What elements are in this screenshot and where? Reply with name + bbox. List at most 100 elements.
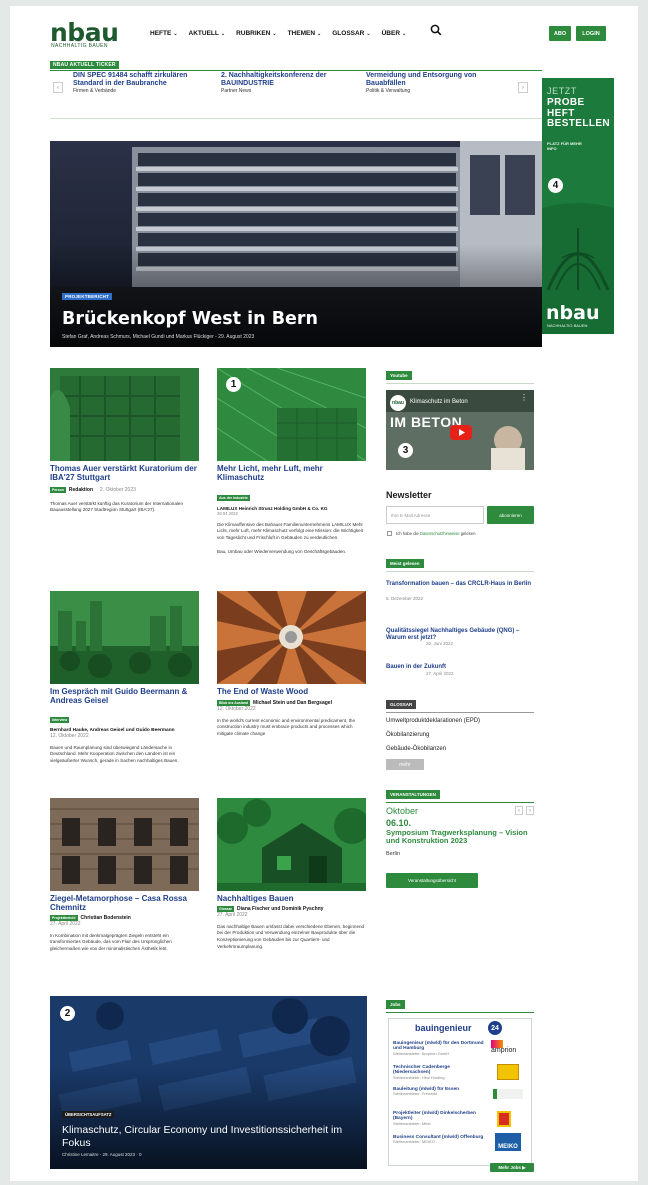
- category-tag[interactable]: Blick ins Ausland: [217, 699, 251, 706]
- nav-item-ueber[interactable]: ÜBER ⌄: [382, 30, 407, 37]
- hero-article[interactable]: PROJEKTBERICHT Brückenkopf West in Bern …: [50, 141, 542, 347]
- job-item[interactable]: Bauingenieur (m/w/d) für den Dortmund un…: [393, 1041, 485, 1056]
- hero-meta: Stefan Graf, Andreas Schmurs, Michael Gu…: [62, 334, 255, 340]
- ticker-label: NBAU AKTUELL TICKER: [50, 61, 119, 69]
- youtube-section-tab: Youtube: [386, 371, 412, 380]
- card-excerpt-extra: Bau, Umbau oder Wiederverwendung von Ges…: [217, 548, 347, 554]
- chevron-down-icon: ⌄: [272, 31, 277, 37]
- popular-section-tab: Meist gelesen: [386, 559, 424, 568]
- glossar-item[interactable]: Ökobilanzierung: [386, 732, 429, 738]
- article-card[interactable]: The End of Waste Wood Blick ins Ausland …: [217, 687, 366, 738]
- job-item[interactable]: Projektleiter (m/w/d) Dinkelscherben (Ba…: [393, 1111, 485, 1126]
- nav-item-rubriken[interactable]: RUBRIKEN ⌄: [236, 30, 277, 37]
- cityscape-image: [50, 591, 199, 684]
- company-logo: [497, 1111, 511, 1127]
- event-date: 06.10.: [386, 818, 412, 828]
- youtube-play-icon[interactable]: [450, 425, 472, 440]
- section-divider: [386, 712, 534, 713]
- video-title[interactable]: Klimaschutz im Beton: [410, 399, 468, 405]
- site-logo[interactable]: nbau: [50, 20, 119, 45]
- job-item[interactable]: Business Consultant (m/w/d) Offenburg St…: [393, 1135, 485, 1145]
- ticker-item[interactable]: 2. Nachhaltigkeitskonferenz der BAUINDUS…: [221, 72, 361, 94]
- featured-title[interactable]: Klimaschutz, Circular Economy und Invest…: [62, 1124, 360, 1149]
- card-image[interactable]: [217, 591, 366, 684]
- newsletter-email-field[interactable]: Ihre E-Mail Adresse: [386, 506, 484, 524]
- nav-item-hefte[interactable]: HEFTE ⌄: [150, 30, 178, 37]
- site-logo-tagline: NACHHALTIG BAUEN: [51, 43, 108, 49]
- event-title[interactable]: Symposium Tragwerksplanung – Vision und …: [386, 828, 534, 846]
- nav-item-aktuell[interactable]: AKTUELL ⌄: [189, 30, 226, 37]
- popular-item[interactable]: Transformation bauen – das CRCLR-Haus in…: [386, 581, 534, 601]
- category-tag[interactable]: Projektbericht: [50, 914, 78, 921]
- category-tag[interactable]: Interview: [50, 716, 70, 723]
- glossar-section-tab: GLOSSAR: [386, 700, 417, 709]
- probeheft-ad[interactable]: JETZT PROBE HEFT BESTELLEN PLATZ FÜR MEH…: [542, 78, 614, 334]
- brick-building-image: [50, 798, 199, 891]
- login-button[interactable]: LOGIN: [576, 26, 606, 41]
- abo-button[interactable]: ABO: [549, 26, 571, 41]
- company-logo: [497, 1064, 519, 1080]
- card-image[interactable]: [50, 798, 199, 891]
- category-tag[interactable]: Aus der Industrie: [217, 494, 250, 501]
- privacy-consent-text: Ich habe die Datenschutzhinweise gelesen…: [396, 531, 477, 536]
- privacy-checkbox[interactable]: [387, 531, 392, 536]
- channel-avatar[interactable]: nbau: [390, 395, 406, 411]
- popular-item[interactable]: Bauen in der Zukunft 27. April 2022: [386, 664, 534, 676]
- job-item[interactable]: Technischer Cadenberge (Niedersachsen) S…: [393, 1065, 485, 1080]
- subscribe-button[interactable]: abonnieren: [487, 506, 534, 524]
- nav-item-glossar[interactable]: GLOSSAR ⌄: [332, 30, 370, 37]
- card-image[interactable]: [50, 368, 199, 461]
- job-item[interactable]: Bauleitung (m/w/d) für Essen Stellenanbi…: [393, 1087, 485, 1097]
- youtube-video-embed[interactable]: nbau Klimaschutz im Beton IM BETON 3 ⋮: [386, 390, 534, 470]
- category-tag[interactable]: Glossar: [217, 905, 235, 912]
- ticker-top-line: [50, 70, 542, 71]
- article-card[interactable]: Im Gespräch mit Guido Beermann & Andreas…: [50, 687, 199, 765]
- glossar-more-button[interactable]: mehr: [386, 759, 424, 770]
- article-card[interactable]: Thomas Auer verstärkt Kuratorium der IBA…: [50, 464, 199, 514]
- ticker-next-button[interactable]: ›: [518, 82, 528, 93]
- marker-2: 2: [60, 1006, 75, 1021]
- event-prev-button[interactable]: ‹: [515, 806, 523, 815]
- chevron-down-icon: ⌄: [220, 31, 226, 37]
- popular-item[interactable]: Qualitätssiegel Nachhaltiges Gebäude (QN…: [386, 628, 534, 646]
- ticker-item[interactable]: DIN SPEC 91484 schafft zirkulären Standa…: [73, 72, 213, 94]
- card-image[interactable]: 1: [217, 368, 366, 461]
- events-overview-button[interactable]: Veranstaltungsübersicht: [386, 873, 478, 888]
- featured-category-badge[interactable]: ÜBERSICHTSAUFSATZ: [62, 1111, 115, 1118]
- jobs-widget: bauingenieur 24 Bauingenieur (m/w/d) für…: [388, 1018, 532, 1166]
- nav-item-themen[interactable]: THEMEN ⌄: [288, 30, 322, 37]
- card-image[interactable]: [50, 591, 199, 684]
- glossar-item[interactable]: Gebäude-Ökobilanzen: [386, 746, 446, 752]
- more-jobs-button[interactable]: Mehr Jobs ▶: [490, 1163, 534, 1172]
- more-options-icon[interactable]: ⋮: [520, 394, 528, 406]
- featured-meta: Christine Lemaitre - 29. August 2023 · 0: [62, 1152, 142, 1157]
- event-next-button[interactable]: ›: [526, 806, 534, 815]
- job-board-logo[interactable]: bauingenieur: [415, 1023, 472, 1033]
- job-board-logo-number: 24: [488, 1021, 502, 1035]
- hero-title[interactable]: Brückenkopf West in Bern: [62, 309, 318, 329]
- article-card[interactable]: Mehr Licht, mehr Luft, mehr Klimaschutz …: [217, 464, 366, 555]
- glossar-item[interactable]: Umweltproduktdeklarationen (EPD): [386, 718, 480, 724]
- ticker-prev-button[interactable]: ‹: [53, 82, 63, 93]
- marker-1: 1: [226, 377, 241, 392]
- section-divider: [386, 802, 534, 803]
- amprion-logo-mark: [491, 1040, 503, 1048]
- section-divider: [386, 571, 534, 572]
- ad-info: PLATZ FÜR MEHR INFO: [547, 141, 582, 151]
- privacy-link[interactable]: Datenschutzhinweise: [420, 531, 460, 536]
- search-icon[interactable]: [430, 24, 442, 36]
- ad-jetzt: JETZT: [547, 86, 577, 96]
- card-image[interactable]: [217, 798, 366, 891]
- ad-logo: nbau: [546, 302, 600, 324]
- article-card[interactable]: Nachhaltiges Bauen Glossar Diana Fischer…: [217, 894, 366, 950]
- hero-category-badge[interactable]: PROJEKTBERICHT: [62, 293, 113, 300]
- events-section-tab: VERANSTALTUNGEN: [386, 790, 440, 799]
- featured-article[interactable]: 2 ÜBERSICHTSAUFSATZ Klimaschutz, Circula…: [50, 996, 367, 1169]
- category-tag[interactable]: Person: [50, 486, 66, 493]
- card-excerpt: Bauen und Raumplanung sind überwiegend L…: [50, 744, 179, 763]
- ticker-item[interactable]: Vermeidung und Entsorgung von Bauabfälle…: [366, 72, 506, 94]
- chevron-down-icon: ⌄: [402, 31, 407, 37]
- card-excerpt: Das nachhaltige Bauen umfasst dabei vers…: [217, 923, 365, 949]
- article-card[interactable]: Ziegel-Metamorphose – Casa Rossa Chemnit…: [50, 894, 199, 953]
- marker-3: 3: [398, 443, 413, 458]
